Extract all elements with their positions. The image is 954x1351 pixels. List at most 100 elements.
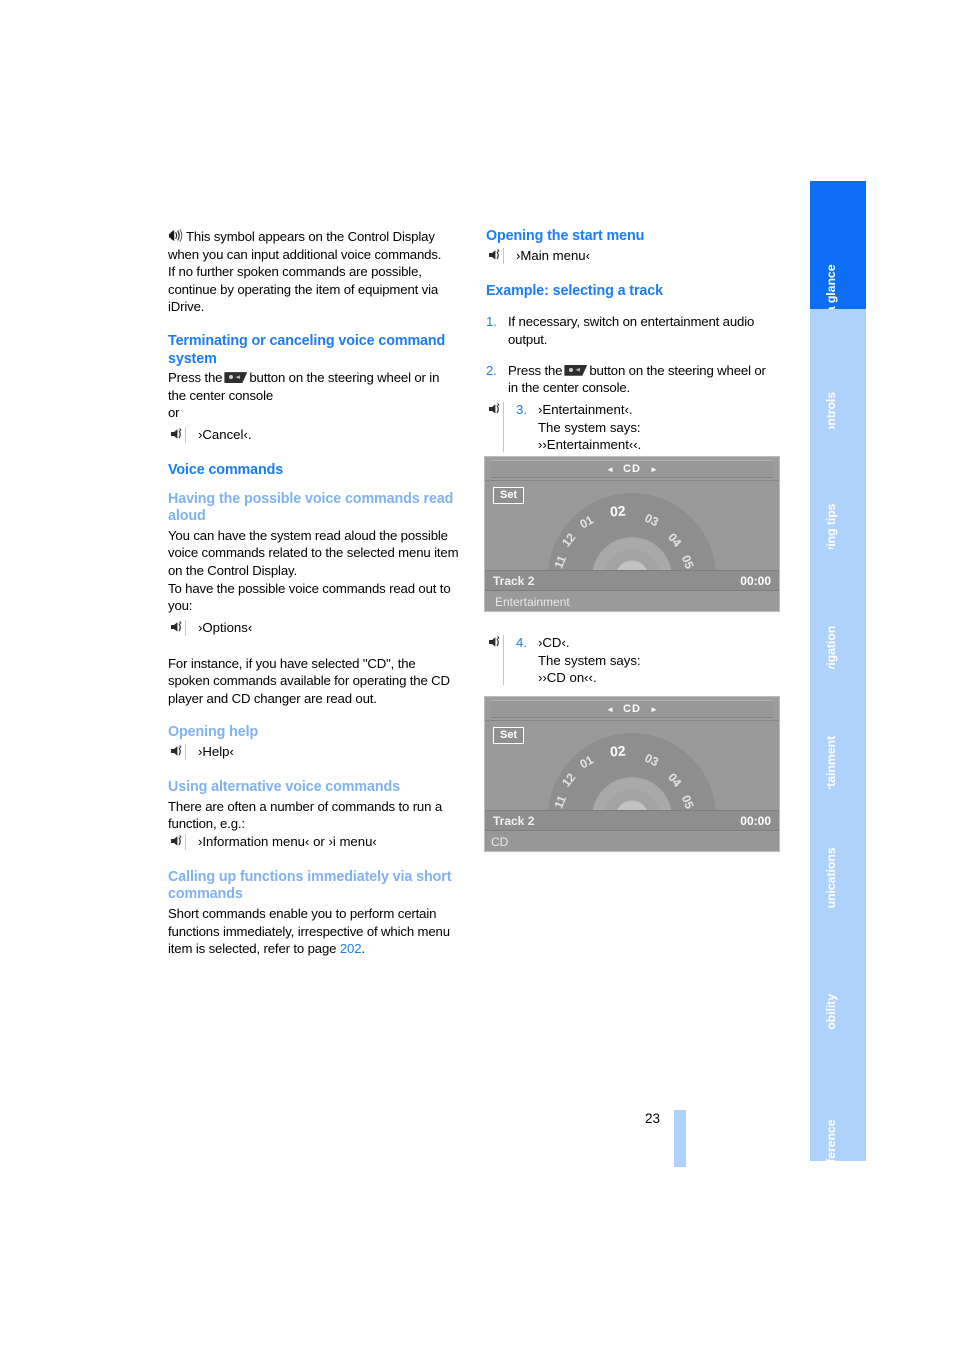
step-3: 3. ›Entertainment‹. The system says: ››E… — [486, 401, 778, 454]
sidebar-item-navigation[interactable]: Navigation — [810, 549, 866, 669]
intro-paragraph-2: If no further spoken commands are possib… — [168, 264, 439, 315]
next-arrow-icon[interactable]: ► — [650, 465, 658, 474]
tab-label: Navigation — [824, 625, 838, 669]
subheading-short-commands: Calling up functions immediately via sho… — [168, 868, 452, 903]
cd-footer-bar: CD — [485, 832, 779, 851]
heading-voice-commands: Voice commands — [168, 461, 284, 478]
voice-command-help-text: ›Help‹ — [198, 744, 234, 760]
voice-command-main-menu-text: ›Main menu‹ — [516, 247, 591, 263]
sidebar-item-communications[interactable]: Communications — [810, 789, 866, 909]
cd-track-label: Track 2 — [493, 813, 535, 828]
page-number-bar — [674, 1110, 686, 1167]
voice-command-icon — [170, 744, 186, 761]
step-4-line-1: ›CD‹. — [538, 635, 570, 650]
cd-track-time: 00:00 — [740, 813, 771, 828]
read-aloud-text-3: For instance, if you have selected "CD",… — [168, 655, 450, 706]
voice-command-main-menu: ›Main menu‹ — [486, 247, 778, 266]
right-text-column: Opening the start menu ›Main menu‹ Examp… — [486, 228, 778, 454]
voice-command-cancel-text: ›Cancel‹. — [198, 426, 252, 442]
tab-label: Mobility — [824, 993, 838, 1029]
voice-command-icon — [170, 619, 186, 636]
step-3-number: 3. — [516, 401, 527, 417]
cd-footer-bar: Entertainment — [485, 592, 779, 611]
alternative-commands-text: There are often a number of commands to … — [168, 798, 442, 832]
short-commands-text: Short commands enable you to perform cer… — [168, 905, 460, 958]
dial-number-02[interactable]: 02 — [609, 502, 626, 519]
subheading-alternative-commands: Using alternative voice commands — [168, 779, 400, 796]
voice-command-help: ›Help‹ — [168, 743, 460, 762]
intro-paragraph: This symbol appears on the Control Displ… — [168, 228, 460, 263]
cd-top-bar: ◄ CD ► — [485, 697, 779, 721]
cd-footer-label: CD — [491, 834, 509, 849]
sidebar-item-entertainment[interactable]: Entertainment — [810, 669, 866, 789]
subheading-opening-help: Opening help — [168, 724, 259, 741]
chapter-index-tabs: At a glance Controls Driving tips Naviga… — [810, 181, 866, 1161]
set-button[interactable]: Set — [493, 487, 525, 504]
example-steps-list: 1. If necessary, switch on entertainment… — [486, 313, 778, 453]
step-3-line-3: ››Entertainment‹‹. — [538, 437, 642, 453]
voice-command-icon — [170, 426, 186, 443]
step-4-number: 4. — [516, 635, 527, 650]
tab-label: Entertainment — [824, 735, 838, 789]
prev-arrow-icon[interactable]: ◄ — [606, 705, 614, 714]
steering-wheel-button-icon — [224, 372, 248, 384]
track-dial[interactable]: 11 12 01 02 03 04 05 — [548, 733, 716, 819]
tab-label: Reference — [824, 1119, 838, 1161]
sidebar-item-at-a-glance[interactable]: At a glance — [810, 181, 866, 309]
voice-command-icon — [488, 402, 503, 418]
step-3-line-2: The system says: — [538, 419, 641, 435]
intro-text: This symbol appears on the Control Displ… — [168, 229, 442, 262]
terminating-instruction: Press the button on the steering wheel or… — [168, 369, 460, 404]
step-4-line-3: ››CD on‹‹. — [538, 670, 597, 686]
steering-wheel-button-icon — [564, 364, 588, 376]
sidebar-item-reference[interactable]: Reference — [810, 1029, 866, 1161]
cd-top-label: CD — [623, 463, 641, 475]
read-aloud-text-2: To have the possible voice commands read… — [168, 580, 451, 614]
dial-number-02[interactable]: 02 — [609, 742, 626, 759]
voice-command-cancel: ›Cancel‹. — [168, 426, 460, 445]
step-2-text-pre: Press the — [508, 362, 563, 378]
cd-main-area: Set 11 12 01 02 03 04 05 — [485, 721, 779, 819]
left-text-column: This symbol appears on the Control Displ… — [168, 228, 460, 958]
page-reference-link[interactable]: 202 — [340, 941, 362, 956]
voice-command-icon — [488, 247, 504, 264]
step-1: 1. If necessary, switch on entertainment… — [486, 313, 778, 348]
step-3-line-1: ›Entertainment‹. — [538, 401, 633, 417]
read-aloud-text: You can have the system read aloud the p… — [168, 527, 459, 578]
sidebar-item-mobility[interactable]: Mobility — [810, 909, 866, 1029]
step-4-line-2: The system says: — [538, 652, 641, 668]
cd-track-label: Track 2 — [493, 573, 535, 588]
cd-main-area: Set 11 12 01 02 03 04 05 — [485, 481, 779, 579]
tab-label: Driving tips — [824, 503, 838, 549]
set-button[interactable]: Set — [493, 727, 525, 744]
step-4: 4. ›CD‹. The system says: ››CD on‹‹. — [486, 634, 830, 687]
track-dial[interactable]: 11 12 01 02 03 04 05 — [548, 493, 716, 579]
cd-track-bar: Track 2 00:00 — [485, 810, 779, 831]
cd-top-bar: ◄ CD ► — [485, 457, 779, 481]
voice-command-options-text: ›Options‹ — [198, 619, 253, 635]
short-commands-text-post: . — [361, 941, 365, 957]
manual-page: This symbol appears on the Control Displ… — [0, 0, 954, 1351]
voice-command-icon — [488, 635, 503, 651]
voice-command-icon — [170, 833, 186, 850]
heading-example-track: Example: selecting a track — [486, 282, 663, 299]
voice-step-rule — [503, 401, 504, 452]
voice-command-options: ›Options‹ — [168, 619, 460, 638]
cd-top-label: CD — [623, 703, 641, 715]
step-1-number: 1. — [486, 314, 497, 330]
step-1-text: If necessary, switch on entertainment au… — [508, 314, 755, 347]
or-text: or — [168, 405, 180, 421]
voice-command-information-menu-text: ›Information menu‹ or ›i menu‹ — [198, 833, 377, 849]
heading-start-menu: Opening the start menu — [486, 228, 645, 244]
sidebar-item-controls[interactable]: Controls — [810, 309, 866, 429]
tab-label: Communications — [824, 847, 838, 909]
next-arrow-icon[interactable]: ► — [650, 705, 658, 714]
heading-terminating: Terminating or canceling voice command s… — [168, 332, 446, 367]
prev-arrow-icon[interactable]: ◄ — [606, 465, 614, 474]
cd-track-bar: Track 2 00:00 — [485, 570, 779, 591]
short-commands-text-pre: Short commands enable you to perform cer… — [168, 906, 450, 957]
step-2-number: 2. — [486, 362, 497, 378]
tab-label: Controls — [824, 391, 838, 429]
cd-footer-label: Entertainment — [495, 594, 570, 609]
sidebar-item-driving-tips[interactable]: Driving tips — [810, 429, 866, 549]
